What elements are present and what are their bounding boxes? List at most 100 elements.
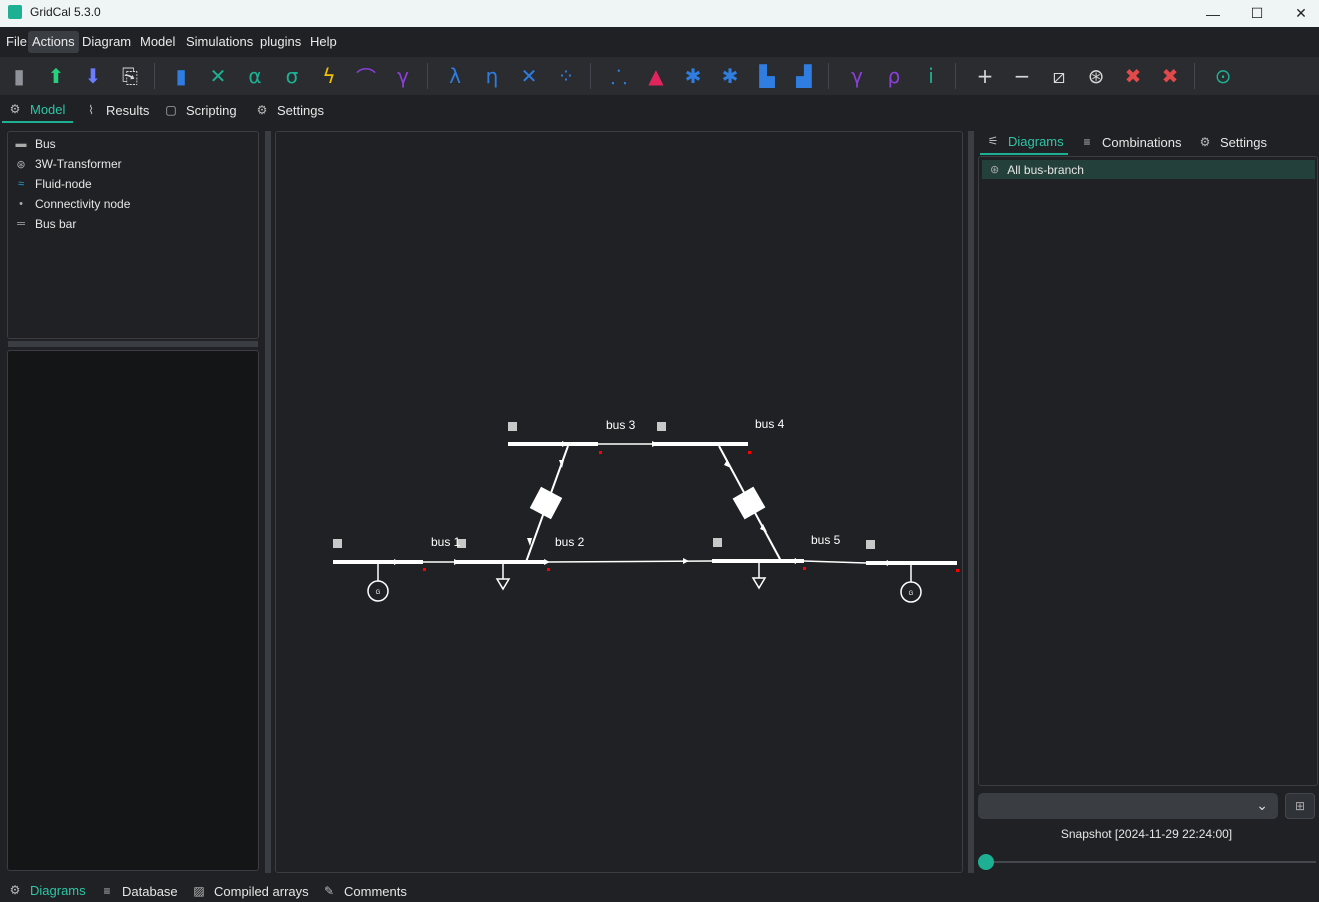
- diagram-list-item[interactable]: ⊛ All bus-branch: [982, 160, 1315, 179]
- load-2[interactable]: [751, 577, 767, 590]
- gamma-icon[interactable]: γ: [388, 61, 418, 91]
- window-title-bar: GridCal 5.3.0 — ☐ ✕: [0, 0, 1319, 27]
- toolbar-separator: [590, 63, 591, 89]
- gear-icon: ⚙: [256, 103, 268, 117]
- right-vertical-splitter[interactable]: [968, 131, 974, 873]
- time-grid-button[interactable]: ⊞: [1285, 793, 1315, 819]
- library-item-connectivity-node[interactable]: • Connectivity node: [14, 194, 130, 214]
- area-chart-icon[interactable]: ▙: [752, 61, 782, 91]
- list-icon: ≡: [1083, 135, 1091, 149]
- upload-icon[interactable]: ⬆: [41, 61, 71, 91]
- connectivity-node-icon: •: [19, 198, 23, 210]
- arrays-icon: ▨: [193, 884, 205, 898]
- delete-all-icon[interactable]: ✖: [1155, 61, 1185, 91]
- diagram-combo-box[interactable]: ⌄: [978, 793, 1278, 819]
- transformer-box-1[interactable]: [529, 486, 563, 520]
- tab-settings[interactable]: ⚙ Settings: [255, 97, 324, 123]
- menu-diagram[interactable]: Diagram: [78, 31, 135, 53]
- download-icon[interactable]: ⬇: [78, 61, 108, 91]
- horizontal-splitter[interactable]: [8, 341, 258, 347]
- bus-3-label: bus 3: [606, 418, 636, 432]
- bus-5-label: bus 5: [811, 533, 841, 547]
- bus-2-label: bus 2: [555, 535, 585, 549]
- menu-help[interactable]: Help: [306, 31, 341, 53]
- load-1[interactable]: [495, 578, 511, 591]
- library-item-fluid-node[interactable]: ≈ Fluid-node: [14, 174, 92, 194]
- library-item-bus[interactable]: ▬ Bus: [14, 134, 56, 154]
- menu-plugins[interactable]: plugins: [256, 31, 305, 53]
- bottom-tab-database[interactable]: ≡ Database: [100, 878, 177, 902]
- export-icon[interactable]: ⎘: [115, 61, 145, 91]
- close-button[interactable]: ✕: [1278, 0, 1319, 27]
- clustering-icon[interactable]: ✕: [514, 61, 544, 91]
- diagram-icon: ⚟: [987, 134, 999, 148]
- bottom-tabs: ⚙ Diagrams ≡ Database ▨ Compiled arrays ✎ Co…: [0, 878, 1319, 902]
- optimal-flow-icon[interactable]: ✕: [203, 61, 233, 91]
- tab-results[interactable]: ⌇ Results: [84, 97, 149, 123]
- bus-handles: [333, 422, 875, 549]
- line-tool-icon[interactable]: ⧄: [1044, 61, 1074, 91]
- bus-bar-icon: ═: [17, 218, 25, 230]
- left-vertical-splitter[interactable]: [265, 131, 271, 873]
- zoom-out-icon[interactable]: −: [1007, 61, 1037, 91]
- main-tabs: ⚙ Model ⌇ Results ▢ Scripting ⚙ Settings: [0, 97, 1319, 123]
- grid-layout-icon[interactable]: ⊛: [1081, 61, 1111, 91]
- window-title: GridCal 5.3.0: [30, 5, 101, 19]
- zoom-in-icon[interactable]: +: [970, 61, 1000, 91]
- curve-icon[interactable]: ⌒: [351, 61, 381, 91]
- transformer-box-2[interactable]: [732, 486, 766, 520]
- eta-icon[interactable]: η: [477, 61, 507, 91]
- flow-arrows: [394, 441, 888, 566]
- tab-model[interactable]: ⚙ Model: [2, 97, 73, 123]
- scatter-icon[interactable]: ⁘: [551, 61, 581, 91]
- main-toolbar: ▮ ⬆ ⬇ ⎘ ▮ ✕ α σ ϟ ⌒ γ λ η ✕ ⁘ ⸫ ▲ ✱ ✱ ▙ ▟ γ ρ i + − ⧄ ⊛ ✖ ✖ ⊙: [0, 57, 1319, 95]
- alpha-icon[interactable]: α: [240, 61, 270, 91]
- library-item-3w-transformer[interactable]: ⊛ 3W-Transformer: [14, 154, 121, 174]
- grid-icon: ⊞: [1294, 799, 1306, 813]
- tab-diagrams[interactable]: ⚟ Diagrams: [980, 129, 1068, 155]
- bottom-tab-comments[interactable]: ✎ Comments: [322, 878, 407, 902]
- new-file-icon[interactable]: ▮: [4, 61, 34, 91]
- scripting-icon: ▢: [165, 103, 177, 117]
- line-bus5-bus6[interactable]: [803, 560, 867, 564]
- bottom-tab-compiled-arrays[interactable]: ▨ Compiled arrays: [192, 878, 308, 902]
- maximize-button[interactable]: ☐: [1234, 0, 1280, 27]
- time-slider-handle[interactable]: [978, 854, 994, 870]
- library-panel: ▬ Bus ⊛ 3W-Transformer ≈ Fluid-node • Connec…: [7, 131, 259, 339]
- library-item-bus-bar[interactable]: ═ Bus bar: [14, 214, 76, 234]
- add-i-icon[interactable]: i: [916, 61, 946, 91]
- grid-diagram[interactable]: G G bus 1 bus 2 bus 3 bus 4 bus 5: [276, 132, 964, 874]
- toolbar-separator: [1194, 63, 1195, 89]
- stochastic-alt-icon[interactable]: ✱: [715, 61, 745, 91]
- time-series-icon[interactable]: ⸫: [604, 61, 634, 91]
- add-rho-icon[interactable]: ρ: [879, 61, 909, 91]
- snapshot-label: Snapshot [2024-11-29 22:24:00]: [1060, 827, 1233, 841]
- time-slider[interactable]: [986, 861, 1316, 863]
- delete-selected-icon[interactable]: ✖: [1118, 61, 1148, 91]
- stochastic-icon[interactable]: ✱: [678, 61, 708, 91]
- menu-actions[interactable]: Actions: [28, 31, 79, 53]
- tab-scripting[interactable]: ▢ Scripting: [164, 97, 236, 123]
- tab-right-settings[interactable]: ⚙ Settings: [1198, 129, 1267, 155]
- distribution-icon[interactable]: ▲: [641, 61, 671, 91]
- menu-bar: File Actions Diagram Model Simulations p…: [0, 28, 1319, 56]
- power-flow-icon[interactable]: ▮: [166, 61, 196, 91]
- short-circuit-icon[interactable]: ϟ: [314, 61, 344, 91]
- lambda-icon[interactable]: λ: [440, 61, 470, 91]
- bus-branch-icon: ⊛: [990, 164, 1000, 176]
- landscape-icon[interactable]: ▟: [789, 61, 819, 91]
- add-gamma-icon[interactable]: γ: [842, 61, 872, 91]
- menu-file[interactable]: File: [2, 31, 31, 53]
- tab-combinations[interactable]: ≡ Combinations: [1080, 129, 1181, 155]
- bottom-tab-diagrams[interactable]: ⚙ Diagrams: [2, 878, 91, 902]
- inspect-icon[interactable]: ⊙: [1208, 61, 1238, 91]
- bus-1-label: bus 1: [431, 535, 461, 549]
- model-icon: ⚙: [9, 102, 21, 116]
- menu-simulations[interactable]: Simulations: [182, 31, 257, 53]
- sigma-icon[interactable]: σ: [277, 61, 307, 91]
- bus-icon: ▬: [15, 138, 27, 150]
- diagram-canvas[interactable]: G G bus 1 bus 2 bus 3 bus 4 bus 5: [275, 131, 963, 873]
- minimize-button[interactable]: —: [1190, 0, 1236, 27]
- menu-model[interactable]: Model: [136, 31, 179, 53]
- toolbar-separator: [154, 63, 155, 89]
